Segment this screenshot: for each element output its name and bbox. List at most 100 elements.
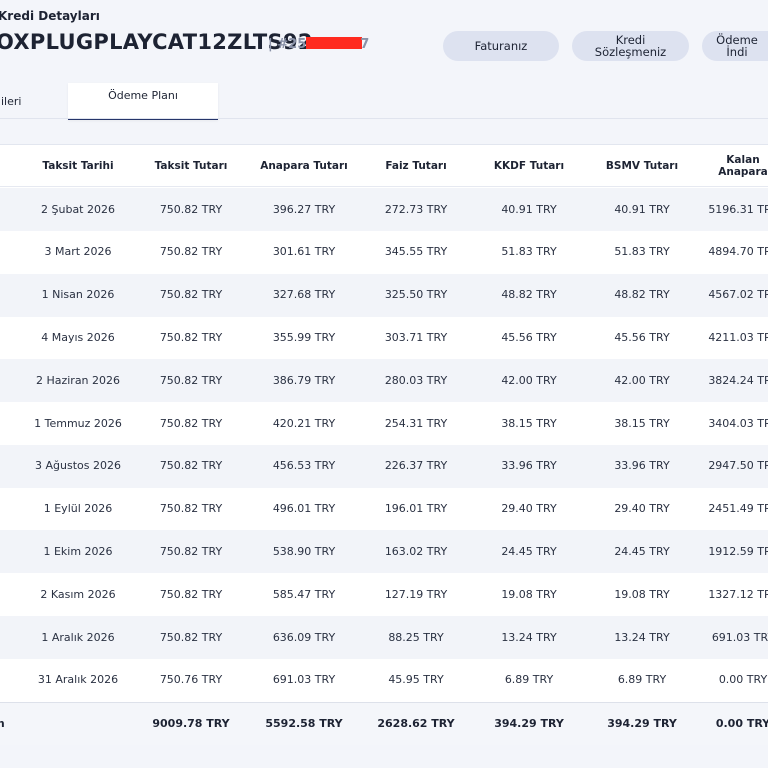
table-row: 2 Şubat 2026 750.82 TRY 396.27 TRY 272.73 T…: [0, 188, 768, 231]
cell-bsmv-amount: 13.24 TRY: [614, 630, 670, 644]
cell-installment-date: 1 Aralık 2026: [41, 630, 115, 644]
cell-kkdf-amount: 24.45 TRY: [501, 544, 557, 558]
column-header-principal-amount: Anapara Tutarı: [260, 159, 348, 172]
cell-installment-amount: 750.82 TRY: [159, 245, 223, 259]
cell-interest-amount: 280.03 TRY: [384, 373, 448, 387]
cell-kkdf-amount: 6.89 TRY: [504, 673, 554, 687]
column-header-remaining-principal: Kalan Anapara: [718, 153, 768, 178]
cell-installment-amount: 750.82 TRY: [159, 202, 223, 216]
cell-bsmv-amount: 45.56 TRY: [614, 330, 670, 344]
total-kkdf-amount: 394.29 TRY: [494, 716, 564, 730]
table-row: 4 Mayıs 2026 750.82 TRY 355.99 TRY 303.71 T…: [0, 316, 768, 359]
tab-information[interactable]: gileri: [0, 83, 54, 120]
cell-remaining-principal: 1327.12 TRY: [708, 587, 768, 601]
tab-payment-plan-label: Ödeme Planı: [108, 89, 178, 102]
cell-installment-date: 4 Mayıs 2026: [41, 330, 115, 344]
cell-interest-amount: 88.25 TRY: [388, 630, 444, 644]
reference-suffix: 7: [360, 37, 370, 52]
cell-interest-amount: 254.31 TRY: [384, 416, 448, 430]
cell-principal-amount: 301.61 TRY: [272, 245, 336, 259]
cell-interest-amount: 163.02 TRY: [384, 544, 448, 558]
page-section-title: Kredi Detayları: [0, 9, 100, 23]
table-row: 1 Ekim 2026 750.82 TRY 538.90 TRY 163.02 TR…: [0, 530, 768, 574]
cell-installment-date: 2 Haziran 2026: [35, 373, 121, 387]
cell-installment-date: 31 Aralık 2026: [37, 673, 119, 687]
cell-installment-amount: 750.82 TRY: [159, 502, 223, 516]
cell-kkdf-amount: 42.00 TRY: [501, 373, 557, 387]
cell-bsmv-amount: 51.83 TRY: [614, 245, 670, 259]
cell-principal-amount: 636.09 TRY: [272, 630, 336, 644]
table-row: 3 Mart 2026 750.82 TRY 301.61 TRY 345.55 TR…: [0, 231, 768, 274]
table-row: 2 Haziran 2026 750.82 TRY 386.79 TRY 280.03…: [0, 359, 768, 403]
table-total-row: n 9009.78 TRY 5592.58 TRY 2628.62 TRY 394.29…: [0, 701, 768, 745]
cell-principal-amount: 691.03 TRY: [272, 673, 336, 687]
cell-installment-amount: 750.82 TRY: [159, 459, 223, 473]
cell-installment-amount: 750.82 TRY: [159, 330, 223, 344]
total-remaining-principal: 0.00 TRY: [715, 716, 768, 730]
cell-installment-amount: 750.76 TRY: [159, 673, 223, 687]
cell-kkdf-amount: 51.83 TRY: [501, 245, 557, 259]
cell-kkdf-amount: 33.96 TRY: [501, 459, 557, 473]
cell-remaining-principal: 4567.02 TRY: [708, 288, 768, 302]
loan-contract-button[interactable]: Kredi Sözleşmeniz: [572, 31, 689, 61]
cell-remaining-principal: 3824.24 TRY: [708, 373, 768, 387]
tab-payment-plan[interactable]: Ödeme Planı: [68, 83, 218, 120]
cell-interest-amount: 325.50 TRY: [384, 288, 448, 302]
cell-remaining-principal: 4211.03 TRY: [708, 330, 768, 344]
table-row: 2 Kasım 2026 750.82 TRY 585.47 TRY 127.19 T…: [0, 573, 768, 616]
table-row: 31 Aralık 2026 750.76 TRY 691.03 TRY 45.95 …: [0, 659, 768, 702]
cell-bsmv-amount: 19.08 TRY: [614, 587, 670, 601]
cell-kkdf-amount: 29.40 TRY: [501, 502, 557, 516]
table-row: 1 Eylül 2026 750.82 TRY 496.01 TRY 196.01 T…: [0, 488, 768, 531]
cell-kkdf-amount: 40.91 TRY: [501, 202, 557, 216]
invoice-button[interactable]: Faturanız: [443, 31, 559, 61]
column-header-bsmv-amount: BSMV Tutarı: [605, 159, 679, 172]
cell-bsmv-amount: 40.91 TRY: [614, 202, 670, 216]
cell-interest-amount: 303.71 TRY: [384, 330, 448, 344]
cell-remaining-principal: 5196.31 TRY: [708, 202, 768, 216]
cell-bsmv-amount: 48.82 TRY: [614, 288, 670, 302]
column-header-installment-amount: Taksit Tutarı: [154, 159, 228, 172]
cell-installment-date: 1 Ekim 2026: [43, 544, 113, 558]
cell-installment-date: 1 Nisan 2026: [41, 288, 115, 302]
cell-installment-amount: 750.82 TRY: [159, 587, 223, 601]
cell-remaining-principal: 3404.03 TRY: [708, 416, 768, 430]
cell-remaining-principal: 0.00 TRY: [718, 673, 768, 687]
table-row: 3 Ağustos 2026 750.82 TRY 456.53 TRY 226.37…: [0, 444, 768, 488]
reference-number: | #25 7: [268, 37, 369, 52]
cell-installment-amount: 750.82 TRY: [159, 630, 223, 644]
cell-installment-date: 2 Şubat 2026: [41, 202, 115, 216]
reference-prefix: | #25: [268, 37, 307, 52]
cell-remaining-principal: 2947.50 TRY: [708, 459, 768, 473]
cell-kkdf-amount: 13.24 TRY: [501, 630, 557, 644]
total-installment-amount: 9009.78 TRY: [152, 716, 230, 730]
payment-download-button-label: Ödeme İndi: [716, 33, 758, 59]
payment-download-button[interactable]: Ödeme İndi: [702, 31, 768, 61]
cell-installment-date: 3 Mart 2026: [44, 245, 112, 259]
loan-product-code: OXPLUGPLAYCAT12ZLTS92: [0, 30, 313, 54]
cell-interest-amount: 196.01 TRY: [384, 502, 448, 516]
cell-remaining-principal: 1912.59 TRY: [708, 544, 768, 558]
cell-principal-amount: 386.79 TRY: [272, 373, 336, 387]
cell-bsmv-amount: 6.89 TRY: [617, 673, 667, 687]
cell-bsmv-amount: 38.15 TRY: [614, 416, 670, 430]
cell-interest-amount: 226.37 TRY: [384, 459, 448, 473]
cell-interest-amount: 272.73 TRY: [384, 202, 448, 216]
cell-installment-amount: 750.82 TRY: [159, 288, 223, 302]
cell-bsmv-amount: 33.96 TRY: [614, 459, 670, 473]
cell-bsmv-amount: 42.00 TRY: [614, 373, 670, 387]
redaction-bar: [306, 37, 363, 49]
table-row: 1 Temmuz 2026 750.82 TRY 420.21 TRY 254.31 …: [0, 402, 768, 445]
cell-remaining-principal: 691.03 TRY: [711, 630, 768, 644]
total-label: n: [0, 716, 5, 730]
cell-interest-amount: 127.19 TRY: [384, 587, 448, 601]
cell-principal-amount: 396.27 TRY: [272, 202, 336, 216]
cell-principal-amount: 456.53 TRY: [272, 459, 336, 473]
cell-kkdf-amount: 19.08 TRY: [501, 587, 557, 601]
cell-kkdf-amount: 45.56 TRY: [501, 330, 557, 344]
cell-kkdf-amount: 48.82 TRY: [501, 288, 557, 302]
cell-bsmv-amount: 24.45 TRY: [614, 544, 670, 558]
table-header-row: Taksit Tarihi Taksit Tutarı Anapara Tuta…: [0, 145, 768, 187]
cell-principal-amount: 327.68 TRY: [272, 288, 336, 302]
payment-plan-table: Taksit Tarihi Taksit Tutarı Anapara Tuta…: [0, 144, 768, 745]
